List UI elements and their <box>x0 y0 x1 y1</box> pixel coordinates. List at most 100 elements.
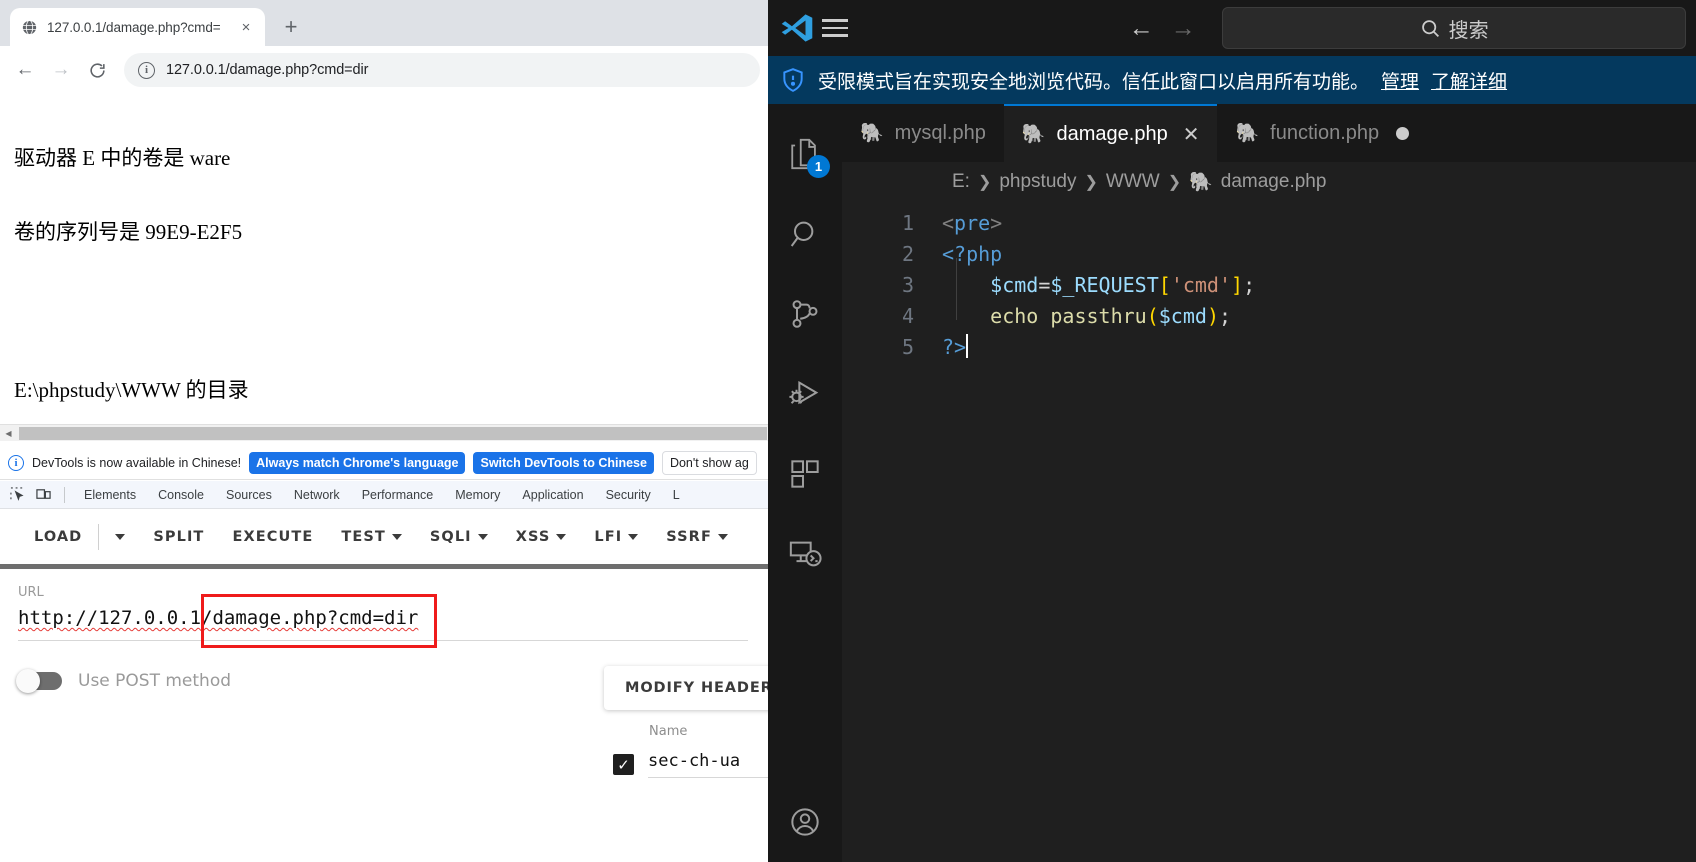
hackbar-url-input[interactable]: http://127.0.0.1/damage.php?cmd=dir <box>18 607 748 641</box>
chevron-down-icon <box>115 534 126 540</box>
devtools-tab-security[interactable]: Security <box>595 488 662 502</box>
vscode-main-area: 1 🐘 mysql.php 🐘 damage.php ✕ 🐘 function.… <box>768 104 1696 862</box>
activity-extensions[interactable] <box>768 434 842 514</box>
hamburger-menu-icon[interactable] <box>816 19 854 37</box>
editor-tab-mysql-php[interactable]: 🐘 mysql.php <box>842 104 1004 162</box>
dont-show-again-button[interactable]: Don't show ag <box>661 451 757 475</box>
activity-search[interactable] <box>768 194 842 274</box>
url-path-text: /damage.php?cmd=dir <box>201 607 419 629</box>
devtools-tab-network[interactable]: Network <box>283 488 351 502</box>
scrollbar-thumb[interactable] <box>19 427 767 440</box>
headers-column-name: Name <box>649 724 688 739</box>
hackbar-xss-dropdown[interactable]: XSS <box>502 529 581 545</box>
source-control-icon <box>792 300 818 328</box>
post-method-toggle[interactable] <box>16 669 62 693</box>
chrome-tab-strip: 127.0.0.1/damage.php?cmd= × + <box>0 0 768 46</box>
hackbar-load-dropdown[interactable] <box>101 534 139 540</box>
close-icon[interactable]: ✕ <box>1183 122 1200 147</box>
breadcrumb: E: ❯ phpstudy ❯ WWW ❯ 🐘 damage.php <box>842 162 1696 202</box>
site-info-icon[interactable]: i <box>138 61 155 79</box>
chevron-down-icon <box>717 534 728 540</box>
back-icon[interactable]: ← <box>1124 11 1158 45</box>
hackbar-sqli-dropdown[interactable]: SQLI <box>416 529 502 545</box>
browser-tab[interactable]: 127.0.0.1/damage.php?cmd= × <box>10 8 265 46</box>
address-bar[interactable]: i 127.0.0.1/damage.php?cmd=dir <box>124 53 760 87</box>
breadcrumb-folder-www[interactable]: WWW <box>1106 171 1160 193</box>
modify-headers-button[interactable]: MODIFY HEADER <box>604 666 768 710</box>
breadcrumb-drive[interactable]: E: <box>952 171 970 193</box>
devtools-tab-performance[interactable]: Performance <box>351 488 445 502</box>
header-name-input[interactable]: sec-ch-ua <box>648 751 768 778</box>
hackbar-lfi-label: LFI <box>594 529 623 545</box>
url-field-label: URL <box>18 585 44 600</box>
hackbar-split-button[interactable]: SPLIT <box>139 529 218 545</box>
new-tab-button[interactable]: + <box>275 11 307 43</box>
devtools-language-notice: i DevTools is now available in Chinese! … <box>0 447 768 480</box>
close-icon[interactable]: × <box>237 18 255 36</box>
chevron-down-icon <box>556 534 567 540</box>
php-file-icon: 🐘 <box>1189 172 1213 193</box>
hackbar-panel: URL http://127.0.0.1/damage.php?cmd=dir … <box>0 569 768 862</box>
table-row[interactable]: ✓ sec-ch-ua <box>613 751 768 778</box>
activity-remote-explorer[interactable] <box>768 514 842 594</box>
php-file-icon: 🐘 <box>1021 124 1046 145</box>
switch-to-chinese-button[interactable]: Switch DevTools to Chinese <box>473 452 654 474</box>
vscode-command-search[interactable]: 搜索 <box>1222 7 1686 49</box>
devtools-tab-elements[interactable]: Elements <box>73 488 147 502</box>
activity-source-control[interactable] <box>768 274 842 354</box>
page-horizontal-scrollbar[interactable]: ◀ <box>0 424 768 441</box>
devtools-tab-sources[interactable]: Sources <box>215 488 283 502</box>
info-icon: i <box>8 455 24 471</box>
devtools-tab-application[interactable]: Application <box>511 488 594 502</box>
restricted-mode-banner: 受限模式旨在实现安全地浏览代码。信任此窗口以启用所有功能。 管理 了解详细 <box>768 56 1696 104</box>
forward-icon[interactable]: → <box>1166 11 1200 45</box>
inspect-element-icon[interactable] <box>4 482 30 508</box>
divider <box>64 486 65 503</box>
manage-trust-link[interactable]: 管理 <box>1381 67 1419 94</box>
output-line: 驱动器 E 中的卷是 ware <box>14 146 231 170</box>
remote-explorer-icon <box>789 541 822 567</box>
indent-guide <box>956 258 957 320</box>
activity-run-debug[interactable] <box>768 354 842 434</box>
hackbar-test-label: TEST <box>341 529 386 545</box>
hackbar-lfi-dropdown[interactable]: LFI <box>580 529 652 545</box>
activity-bar: 1 <box>768 104 842 862</box>
code-text: echo passthru($cmd); <box>990 304 1232 328</box>
editor-tab-label: function.php <box>1270 121 1380 144</box>
url-prefix-text: http://127.0.0.1 <box>18 607 202 629</box>
learn-more-link[interactable]: 了解详细 <box>1431 67 1507 94</box>
always-match-language-button[interactable]: Always match Chrome's language <box>249 452 466 474</box>
hackbar-toolbar: LOAD SPLIT EXECUTE TEST SQLI XSS LFI SSR… <box>0 510 768 564</box>
devtools-tab-console[interactable]: Console <box>147 488 215 502</box>
devtools-tab-memory[interactable]: Memory <box>444 488 511 502</box>
screenshot-root: 127.0.0.1/damage.php?cmd= × + ← → i 127.… <box>0 0 1696 862</box>
editor-tab-function-php[interactable]: 🐘 function.php <box>1217 104 1428 162</box>
hackbar-execute-button[interactable]: EXECUTE <box>218 529 327 545</box>
post-method-toggle-row[interactable]: Use POST method <box>16 669 231 693</box>
text-cursor <box>966 334 969 358</box>
page-content: 驱动器 E 中的卷是 ware 卷的序列号是 99E9-E2F5 E:\phps… <box>0 94 768 424</box>
hackbar-ssrf-dropdown[interactable]: SSRF <box>652 529 742 545</box>
device-toolbar-icon[interactable] <box>30 482 56 508</box>
devtools-tab-overflow[interactable]: L <box>662 488 691 502</box>
forward-icon[interactable]: → <box>44 53 78 87</box>
code-editor[interactable]: 1 <pre> 2 <?php 3 $cmd=$_REQUEST['cmd'];… <box>842 202 1696 363</box>
breadcrumb-file[interactable]: damage.php <box>1221 171 1327 193</box>
line-number: 5 <box>901 335 914 359</box>
header-enabled-checkbox[interactable]: ✓ <box>613 754 634 775</box>
back-icon[interactable]: ← <box>8 53 42 87</box>
breadcrumb-folder-phpstudy[interactable]: phpstudy <box>999 171 1076 193</box>
editor-tab-damage-php[interactable]: 🐘 damage.php ✕ <box>1003 104 1218 162</box>
editor-tab-label: mysql.php <box>894 121 986 144</box>
scroll-left-icon[interactable]: ◀ <box>0 425 17 442</box>
hackbar-test-dropdown[interactable]: TEST <box>327 529 416 545</box>
editor-tab-bar: 🐘 mysql.php 🐘 damage.php ✕ 🐘 function.ph… <box>842 104 1696 162</box>
line-number: 4 <box>901 304 914 328</box>
editor-area: 🐘 mysql.php 🐘 damage.php ✕ 🐘 function.ph… <box>842 104 1696 862</box>
vscode-window: ← → 搜索 受限模式旨在实现安全地浏览代码。信任此窗口以启用所有功能。 管理 … <box>768 0 1696 862</box>
hackbar-load-button[interactable]: LOAD <box>20 529 96 545</box>
reload-icon[interactable] <box>80 53 114 87</box>
activity-explorer[interactable]: 1 <box>768 114 842 194</box>
activity-accounts[interactable] <box>768 782 842 862</box>
